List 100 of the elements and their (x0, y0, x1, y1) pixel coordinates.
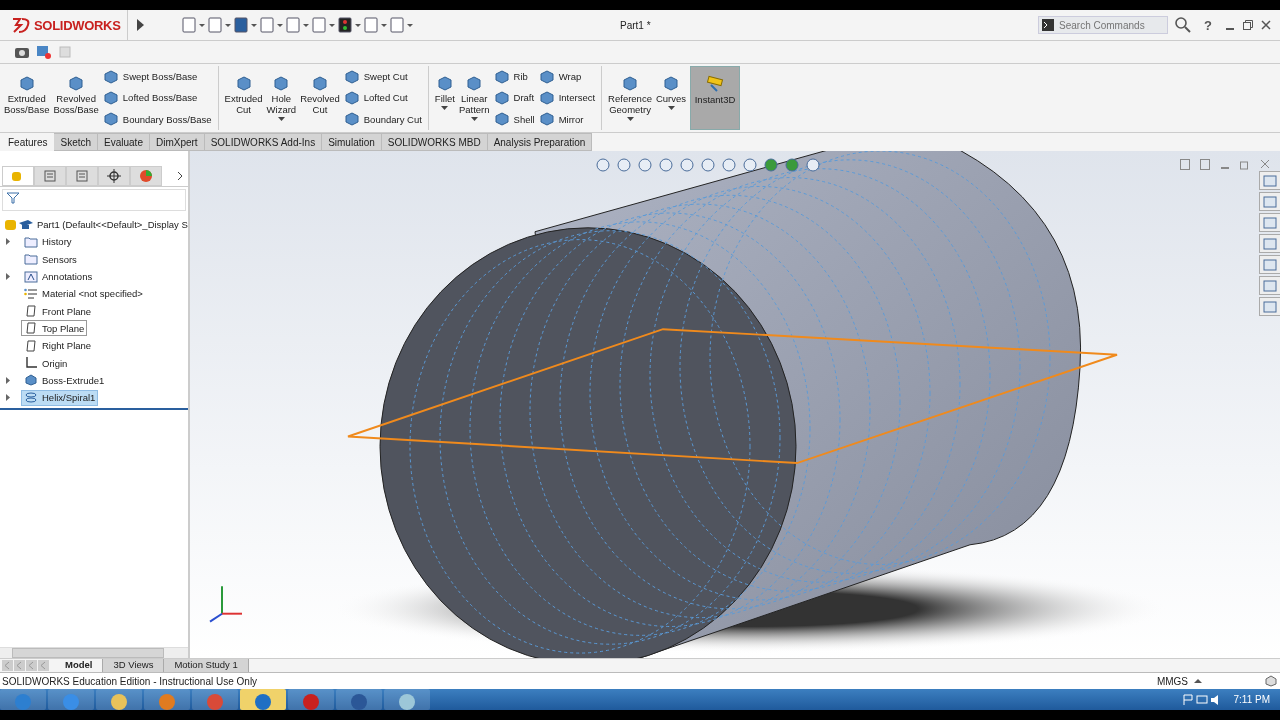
command-tab[interactable]: SOLIDWORKS Add-Ins (204, 133, 323, 151)
block-icon (234, 74, 253, 92)
caret-icon[interactable] (626, 116, 634, 122)
task-pane-tab[interactable] (1259, 213, 1280, 232)
network-icon[interactable] (1195, 693, 1208, 706)
task-pane-tab[interactable] (1259, 297, 1280, 316)
material-list-icon (24, 287, 38, 300)
close-icon[interactable] (1260, 159, 1270, 170)
tree-item[interactable]: Sensors (21, 251, 80, 268)
tile-right-icon[interactable] (1200, 159, 1210, 170)
ribbon-button[interactable]: Lofted Boss/Base (102, 90, 212, 106)
units-selector[interactable]: MMGS (1156, 675, 1188, 687)
filter-icon[interactable] (7, 192, 19, 204)
expand-arrow-icon[interactable] (5, 238, 11, 246)
ribbon-button[interactable]: Boundary Cut (343, 111, 422, 128)
bottom-tab[interactable]: Motion Study 1 (164, 659, 249, 672)
tree-item[interactable]: Top Plane (21, 320, 88, 337)
block-icon (538, 68, 555, 85)
task-pane-tab[interactable] (1259, 234, 1280, 253)
helix-icon (24, 391, 38, 404)
tree-item[interactable]: Boss-Extrude1 (21, 372, 108, 389)
tree-item[interactable]: Front Plane (21, 303, 95, 320)
command-tab[interactable]: SOLIDWORKS MBD (381, 133, 488, 151)
caret-up-icon[interactable] (1194, 677, 1202, 685)
ribbon-button[interactable]: Linear Pattern (458, 66, 490, 130)
ribbon-toggle-button[interactable]: Instant3D (690, 66, 741, 130)
caret-icon[interactable] (667, 105, 675, 111)
ribbon-button[interactable]: Draft (493, 90, 535, 106)
panel-tab[interactable] (98, 166, 130, 186)
ribbon-button[interactable]: Revolved Cut (300, 66, 340, 130)
bottom-tab[interactable]: 3D Views (103, 659, 165, 672)
tree-item[interactable]: Right Plane (21, 337, 95, 354)
ribbon-button[interactable]: Shell (493, 111, 535, 128)
command-tab[interactable]: DimXpert (149, 133, 205, 151)
search-icon[interactable] (1174, 16, 1193, 34)
taskbar-button[interactable] (144, 689, 190, 710)
tree-item[interactable]: Material <not specified> (21, 285, 146, 302)
ribbon-button[interactable]: Extruded Cut (224, 66, 263, 130)
taskbar-button[interactable] (96, 689, 142, 710)
command-tab[interactable]: Evaluate (98, 133, 150, 151)
nav-arrow-icon[interactable] (26, 660, 37, 671)
ribbon-button[interactable]: Revolved Boss/Base (53, 66, 99, 130)
ribbon-button[interactable]: Fillet (434, 66, 455, 130)
chevron-right-icon[interactable] (176, 171, 184, 181)
crosshair-icon (107, 169, 121, 183)
expand-arrow-icon[interactable] (5, 376, 11, 384)
tree-item[interactable]: Origin (21, 355, 71, 371)
expand-arrow-icon[interactable] (5, 273, 11, 281)
command-tab[interactable]: Sketch (54, 133, 99, 151)
block-icon (102, 111, 119, 128)
command-tab[interactable]: Analysis Preparation (487, 133, 593, 151)
taskbar-button[interactable] (384, 689, 430, 710)
restore-icon[interactable] (1240, 159, 1250, 170)
block-icon[interactable] (1264, 675, 1278, 687)
record-icon[interactable] (36, 45, 52, 59)
nav-arrow-icon[interactable] (14, 660, 25, 671)
save-icon[interactable] (231, 16, 250, 34)
tree-item[interactable]: Helix/Spiral1 (21, 389, 99, 406)
taskbar-button[interactable] (336, 689, 382, 710)
ribbon-button[interactable]: Intersect (538, 90, 596, 106)
ribbon-button[interactable]: Hole Wizard (266, 66, 297, 130)
camera-icon[interactable] (14, 45, 30, 59)
ribbon-button[interactable]: Mirror (538, 111, 596, 128)
task-pane-tab[interactable] (1259, 276, 1280, 295)
clock[interactable]: 7:11 PM (1233, 694, 1270, 705)
caret-icon[interactable] (277, 116, 285, 122)
ribbon-button[interactable]: Boundary Boss/Base (102, 111, 212, 128)
help-button[interactable]: ? (1204, 17, 1212, 33)
search-field[interactable]: Search Commands (1038, 16, 1169, 34)
block-icon (343, 68, 360, 85)
flag-icon[interactable] (1181, 693, 1194, 706)
ribbon-button[interactable]: Curves (655, 66, 687, 130)
close-icon[interactable] (1260, 19, 1272, 31)
ribbon-button[interactable]: Wrap (538, 68, 596, 85)
tree-item[interactable]: History (21, 233, 75, 250)
ribbon-button[interactable]: Lofted Cut (343, 90, 422, 106)
ribbon-button[interactable]: Swept Cut (343, 68, 422, 85)
ribbon-button[interactable]: Reference Geometry (608, 66, 652, 130)
task-pane-tab[interactable] (1259, 192, 1280, 211)
nav-arrow-icon[interactable] (38, 660, 49, 671)
expand-arrow-icon[interactable] (5, 394, 11, 402)
caret-icon[interactable] (470, 116, 478, 122)
caret-icon[interactable] (441, 105, 449, 111)
ribbon-button[interactable]: Extruded Boss/Base (4, 66, 50, 130)
nav-arrow-icon[interactable] (2, 660, 13, 671)
tile-left-icon[interactable] (1180, 159, 1190, 170)
tree-item[interactable]: Annotations (21, 268, 96, 285)
task-pane-tab[interactable] (1259, 171, 1280, 190)
scrollbar[interactable] (0, 647, 188, 658)
ribbon-button[interactable]: Rib (493, 68, 535, 85)
ribbon-button[interactable]: Swept Boss/Base (102, 68, 212, 85)
tree-item[interactable]: Part1 (Default<<Default>_Display S (0, 216, 188, 234)
block-icon (493, 90, 510, 106)
taskbar-button[interactable] (240, 689, 286, 710)
traffic-light-icon[interactable] (335, 16, 354, 34)
restore-icon[interactable] (1242, 19, 1254, 31)
block-icon (493, 68, 510, 85)
command-tab[interactable]: Simulation (322, 133, 382, 151)
task-pane-tab[interactable] (1259, 255, 1280, 274)
taskbar-button[interactable] (288, 689, 334, 710)
